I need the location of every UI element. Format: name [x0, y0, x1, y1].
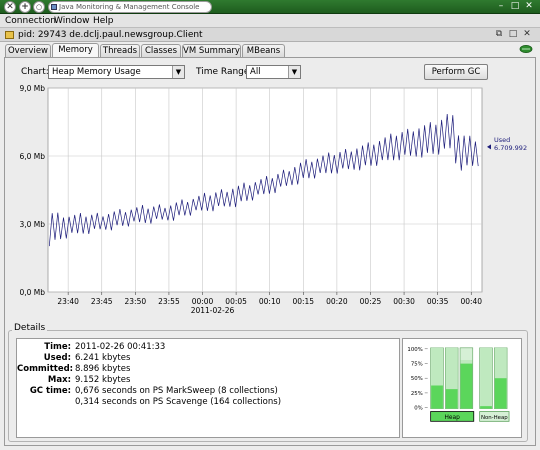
gauge-tick-label: 50%: [411, 376, 423, 382]
details-value: 6.241 kbytes: [75, 353, 131, 363]
x-tick-label: 23:55: [158, 297, 180, 306]
details-value: 0,314 seconds on PS Scavenge (164 collec…: [75, 397, 282, 407]
menu-window[interactable]: Window: [54, 15, 90, 27]
memory-pool-gauges: 100% 75% 50% 25% 0% Heap Non-Heap: [402, 338, 522, 438]
gauge-tick-label: 0%: [414, 406, 423, 412]
connection-bar: pid: 29743 de.dclj.paul.newsgroup.Client…: [0, 28, 540, 42]
nonheap-pool-bar-committed: [480, 347, 492, 409]
details-value: 2011-02-26 00:41:33: [75, 342, 166, 352]
legend-marker: [487, 144, 491, 150]
menu-connection[interactable]: Connection: [5, 15, 56, 27]
nonheap-pool-bar-used: [494, 378, 507, 409]
title-bar: ✕ + ○ Java Monitoring & Management Conso…: [0, 0, 540, 14]
x-tick-label: 00:10: [259, 297, 281, 306]
tab-overview[interactable]: Overview: [5, 44, 51, 57]
details-key: Committed:: [17, 364, 74, 374]
chart-selector-label: Chart:: [21, 67, 49, 77]
heap-memory-chart: 0,0 Mb 3,0 Mb 6,0 Mb 9,0 Mb 23:40 23:45 23:50…: [19, 84, 527, 315]
tab-vm-summary[interactable]: VM Summary: [182, 44, 241, 57]
y-tick-label: 0,0 Mb: [19, 288, 45, 297]
menu-help[interactable]: Help: [93, 15, 114, 27]
gauge-tick-label: 75%: [411, 361, 423, 367]
pin-window-icon[interactable]: ○: [33, 1, 45, 13]
add-window-icon[interactable]: +: [19, 1, 31, 13]
close-app-icon[interactable]: ✕: [524, 2, 534, 12]
details-value: 0,676 seconds on PS MarkSweep (8 collect…: [75, 386, 278, 396]
details-key: Max:: [47, 375, 71, 385]
heap-pool-bar-used: [460, 363, 473, 409]
close-window-icon[interactable]: ✕: [4, 1, 16, 13]
legend-series-name: Used: [494, 136, 510, 144]
heap-label: Heap: [445, 415, 461, 421]
x-tick-label: 00:05: [225, 297, 247, 306]
details-row: 0,314 seconds on PS Scavenge (164 collec…: [17, 397, 397, 408]
heap-pool-bar-used: [445, 389, 458, 409]
window-title-pill[interactable]: Java Monitoring & Management Console: [48, 1, 212, 13]
chevron-down-icon: ▼: [172, 66, 184, 78]
details-key: GC time:: [29, 386, 71, 396]
nonheap-label: Non-Heap: [481, 415, 508, 421]
x-tick-label: 00:40: [460, 297, 482, 306]
connection-status-icon: [519, 45, 533, 53]
x-tick-label: 23:50: [125, 297, 147, 306]
details-key: Time:: [44, 342, 71, 352]
gauge-tick-label: 25%: [411, 391, 423, 397]
y-tick-label: 6,0 Mb: [19, 152, 45, 161]
x-tick-label: 00:30: [393, 297, 415, 306]
x-tick-label: 00:20: [326, 297, 348, 306]
x-tick-label: 00:25: [360, 297, 382, 306]
details-row: Committed: 8.896 kbytes: [17, 364, 397, 375]
chevron-down-icon: ▼: [288, 66, 300, 78]
details-row: Used: 6.241 kbytes: [17, 353, 397, 364]
minimize-window-icon[interactable]: –: [496, 2, 506, 12]
menu-bar: Connection Window Help: [0, 14, 540, 28]
restore-frame-icon[interactable]: ⧉: [494, 29, 504, 40]
details-value: 9.152 kbytes: [75, 375, 131, 385]
x-tick-label: 23:40: [57, 297, 79, 306]
details-value: 8.896 kbytes: [75, 364, 131, 374]
connection-icon: [5, 31, 14, 39]
chart-legend: Used6.709.992: [487, 136, 527, 152]
time-range-select[interactable]: All ▼: [246, 65, 301, 79]
details-row: GC time: 0,676 seconds on PS MarkSweep (8…: [17, 386, 397, 397]
x-tick-label: 00:15: [292, 297, 314, 306]
chart-select[interactable]: Heap Memory Usage ▼: [48, 65, 185, 79]
tab-classes[interactable]: Classes: [141, 44, 181, 57]
tab-mbeans[interactable]: MBeans: [242, 44, 285, 57]
x-tick-label: 00:35: [427, 297, 449, 306]
x-tick-label: 23:45: [91, 297, 113, 306]
y-tick-label: 3,0 Mb: [19, 220, 45, 229]
y-axis: 0,0 Mb 3,0 Mb 6,0 Mb 9,0 Mb: [19, 84, 45, 297]
legend-series-value: 6.709.992: [494, 144, 527, 152]
connection-label: pid: 29743 de.dclj.paul.newsgroup.Client: [18, 30, 203, 40]
tab-threads[interactable]: Threads: [100, 44, 140, 57]
time-range-label: Time Range:: [196, 67, 253, 77]
time-range-value: All: [250, 67, 261, 77]
x-axis-date: 2011-02-26: [191, 306, 235, 315]
details-title: Details: [12, 322, 48, 334]
chart-select-value: Heap Memory Usage: [52, 67, 141, 77]
plot-area: [47, 87, 483, 293]
details-row: Max: 9.152 kbytes: [17, 375, 397, 386]
gauge-tick-label: 100%: [407, 347, 422, 353]
details-key: Used:: [43, 353, 71, 363]
x-axis: 23:40 23:45 23:50 23:55 00:00 00:05 00:10 00:15…: [57, 292, 482, 315]
details-table: Time: 2011-02-26 00:41:33 Used: 6.241 kbyte…: [16, 338, 400, 438]
details-row: Time: 2011-02-26 00:41:33: [17, 342, 397, 353]
y-tick-label: 9,0 Mb: [19, 84, 45, 93]
nonheap-pool-bar-used: [480, 406, 492, 409]
close-frame-icon[interactable]: ✕: [522, 29, 532, 40]
perform-gc-button[interactable]: Perform GC: [424, 64, 488, 80]
tab-memory[interactable]: Memory: [52, 43, 99, 58]
heap-pool-bar-used: [431, 385, 443, 409]
maximize-frame-icon[interactable]: □: [508, 29, 518, 40]
x-tick-label: 00:00: [192, 297, 214, 306]
maximize-window-icon[interactable]: □: [510, 2, 520, 12]
app-icon: [51, 4, 57, 10]
window-title: Java Monitoring & Management Console: [59, 3, 200, 11]
tab-bar: Overview Memory Threads Classes VM Summa…: [0, 43, 540, 58]
